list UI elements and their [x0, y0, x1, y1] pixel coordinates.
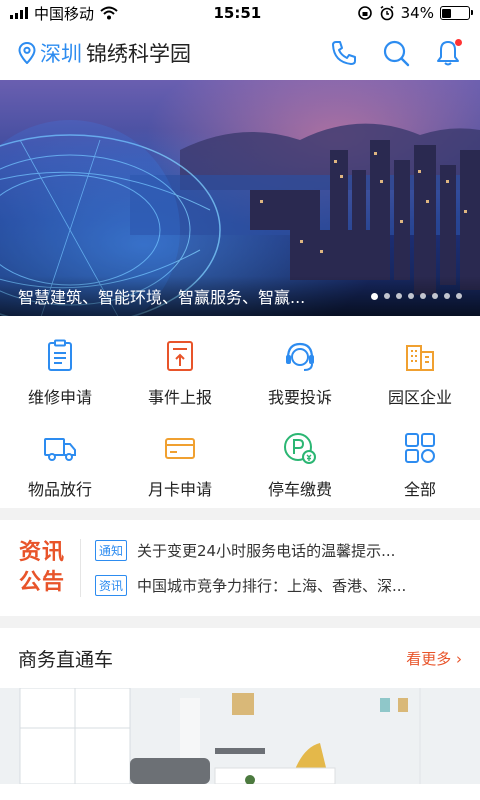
news-tag: 资讯	[95, 575, 128, 596]
all-grid-icon	[405, 433, 435, 463]
carousel-dot[interactable]	[384, 292, 390, 299]
rotation-lock-icon	[357, 6, 372, 20]
wifi-icon	[100, 6, 118, 20]
notification-dot	[455, 39, 462, 46]
service-all[interactable]: 全部	[360, 430, 480, 500]
news-divider	[80, 539, 81, 597]
buildings-icon	[406, 345, 434, 371]
truck-icon	[44, 438, 76, 461]
carousel-dot[interactable]	[408, 292, 414, 299]
report-upload-icon	[167, 341, 193, 371]
service-repair-request[interactable]: 维修申请	[0, 338, 120, 408]
headset-icon	[286, 342, 314, 371]
banner-carousel[interactable]: 智慧建筑、智能环境、智赢服务、智赢...	[0, 80, 480, 316]
clock: 15:51	[213, 4, 262, 22]
news-text: 关于变更24小时服务电话的温馨提示...	[137, 542, 396, 560]
carousel-dot[interactable]	[444, 292, 450, 299]
service-label: 月卡申请	[147, 480, 212, 499]
service-label: 全部	[403, 480, 436, 499]
service-complaint[interactable]: 我要投诉	[240, 338, 360, 408]
repair-form-icon	[48, 339, 72, 371]
office-room-image	[0, 688, 480, 784]
news-ticker: 资讯 公告 通知 关于变更24小时服务电话的温馨提示... 资讯 中国城市竞争力…	[0, 520, 480, 616]
notifications-button[interactable]	[434, 39, 462, 67]
service-label: 停车缴费	[267, 480, 332, 499]
news-item[interactable]: 通知 关于变更24小时服务电话的温馨提示...	[95, 540, 464, 561]
news-tag: 通知	[95, 540, 128, 561]
carousel-dot[interactable]	[456, 292, 462, 299]
service-monthly-card[interactable]: 月卡申请	[120, 430, 240, 500]
search-button[interactable]	[382, 39, 410, 67]
news-logo-line2: 公告	[18, 570, 65, 595]
service-label: 维修申请	[27, 388, 92, 407]
carousel-dot[interactable]	[432, 292, 438, 299]
service-label: 园区企业	[387, 388, 452, 407]
service-grid: 维修申请 事件上报 我要投诉 园区企业 物品放行 月卡申请 停车缴费 全部	[0, 316, 480, 508]
status-bar: 中国移动 15:51 34%	[0, 0, 480, 26]
service-event-report[interactable]: 事件上报	[120, 338, 240, 408]
signal-icon	[10, 7, 28, 19]
business-section-header: 商务直通车 看更多 ›	[0, 628, 480, 688]
carousel-dot[interactable]	[396, 292, 402, 299]
city-name: 深圳	[40, 42, 82, 66]
carousel-indicator[interactable]	[371, 292, 462, 300]
news-item[interactable]: 资讯 中国城市竞争力排行：上海、香港、深...	[95, 575, 464, 596]
alarm-icon	[380, 5, 394, 21]
business-card-image[interactable]	[0, 688, 480, 784]
see-more-link[interactable]: 看更多 ›	[406, 648, 462, 669]
service-label: 事件上报	[147, 388, 212, 407]
parking-pay-icon	[284, 433, 316, 464]
service-label: 我要投诉	[267, 388, 332, 407]
section-separator	[0, 616, 480, 628]
carousel-dot[interactable]	[420, 292, 426, 299]
search-icon	[383, 40, 410, 67]
section-separator	[0, 508, 480, 520]
park-name: 锦绣科学园	[86, 42, 191, 66]
section-title: 商务直通车	[18, 648, 114, 671]
carrier-label: 中国移动	[34, 4, 95, 23]
phone-icon	[332, 41, 356, 65]
carousel-dot[interactable]	[371, 292, 378, 300]
news-logo-line1: 资讯	[18, 540, 65, 565]
location-pin-icon	[18, 42, 36, 64]
service-parking-payment[interactable]: 停车缴费	[240, 430, 360, 500]
battery-icon	[439, 6, 473, 20]
phone-button[interactable]	[330, 39, 358, 67]
service-label: 物品放行	[27, 480, 92, 499]
location-selector[interactable]: 深圳 锦绣科学园	[18, 38, 191, 68]
news-text: 中国城市竞争力排行：上海、香港、深...	[137, 577, 407, 595]
battery-percent: 34%	[400, 4, 434, 22]
news-logo: 资讯 公告	[16, 538, 68, 598]
card-icon	[165, 438, 195, 459]
app-header: 深圳 锦绣科学园	[0, 26, 480, 80]
service-park-companies[interactable]: 园区企业	[360, 338, 480, 408]
banner-caption: 智慧建筑、智能环境、智赢服务、智赢...	[18, 288, 306, 307]
service-goods-release[interactable]: 物品放行	[0, 430, 120, 500]
